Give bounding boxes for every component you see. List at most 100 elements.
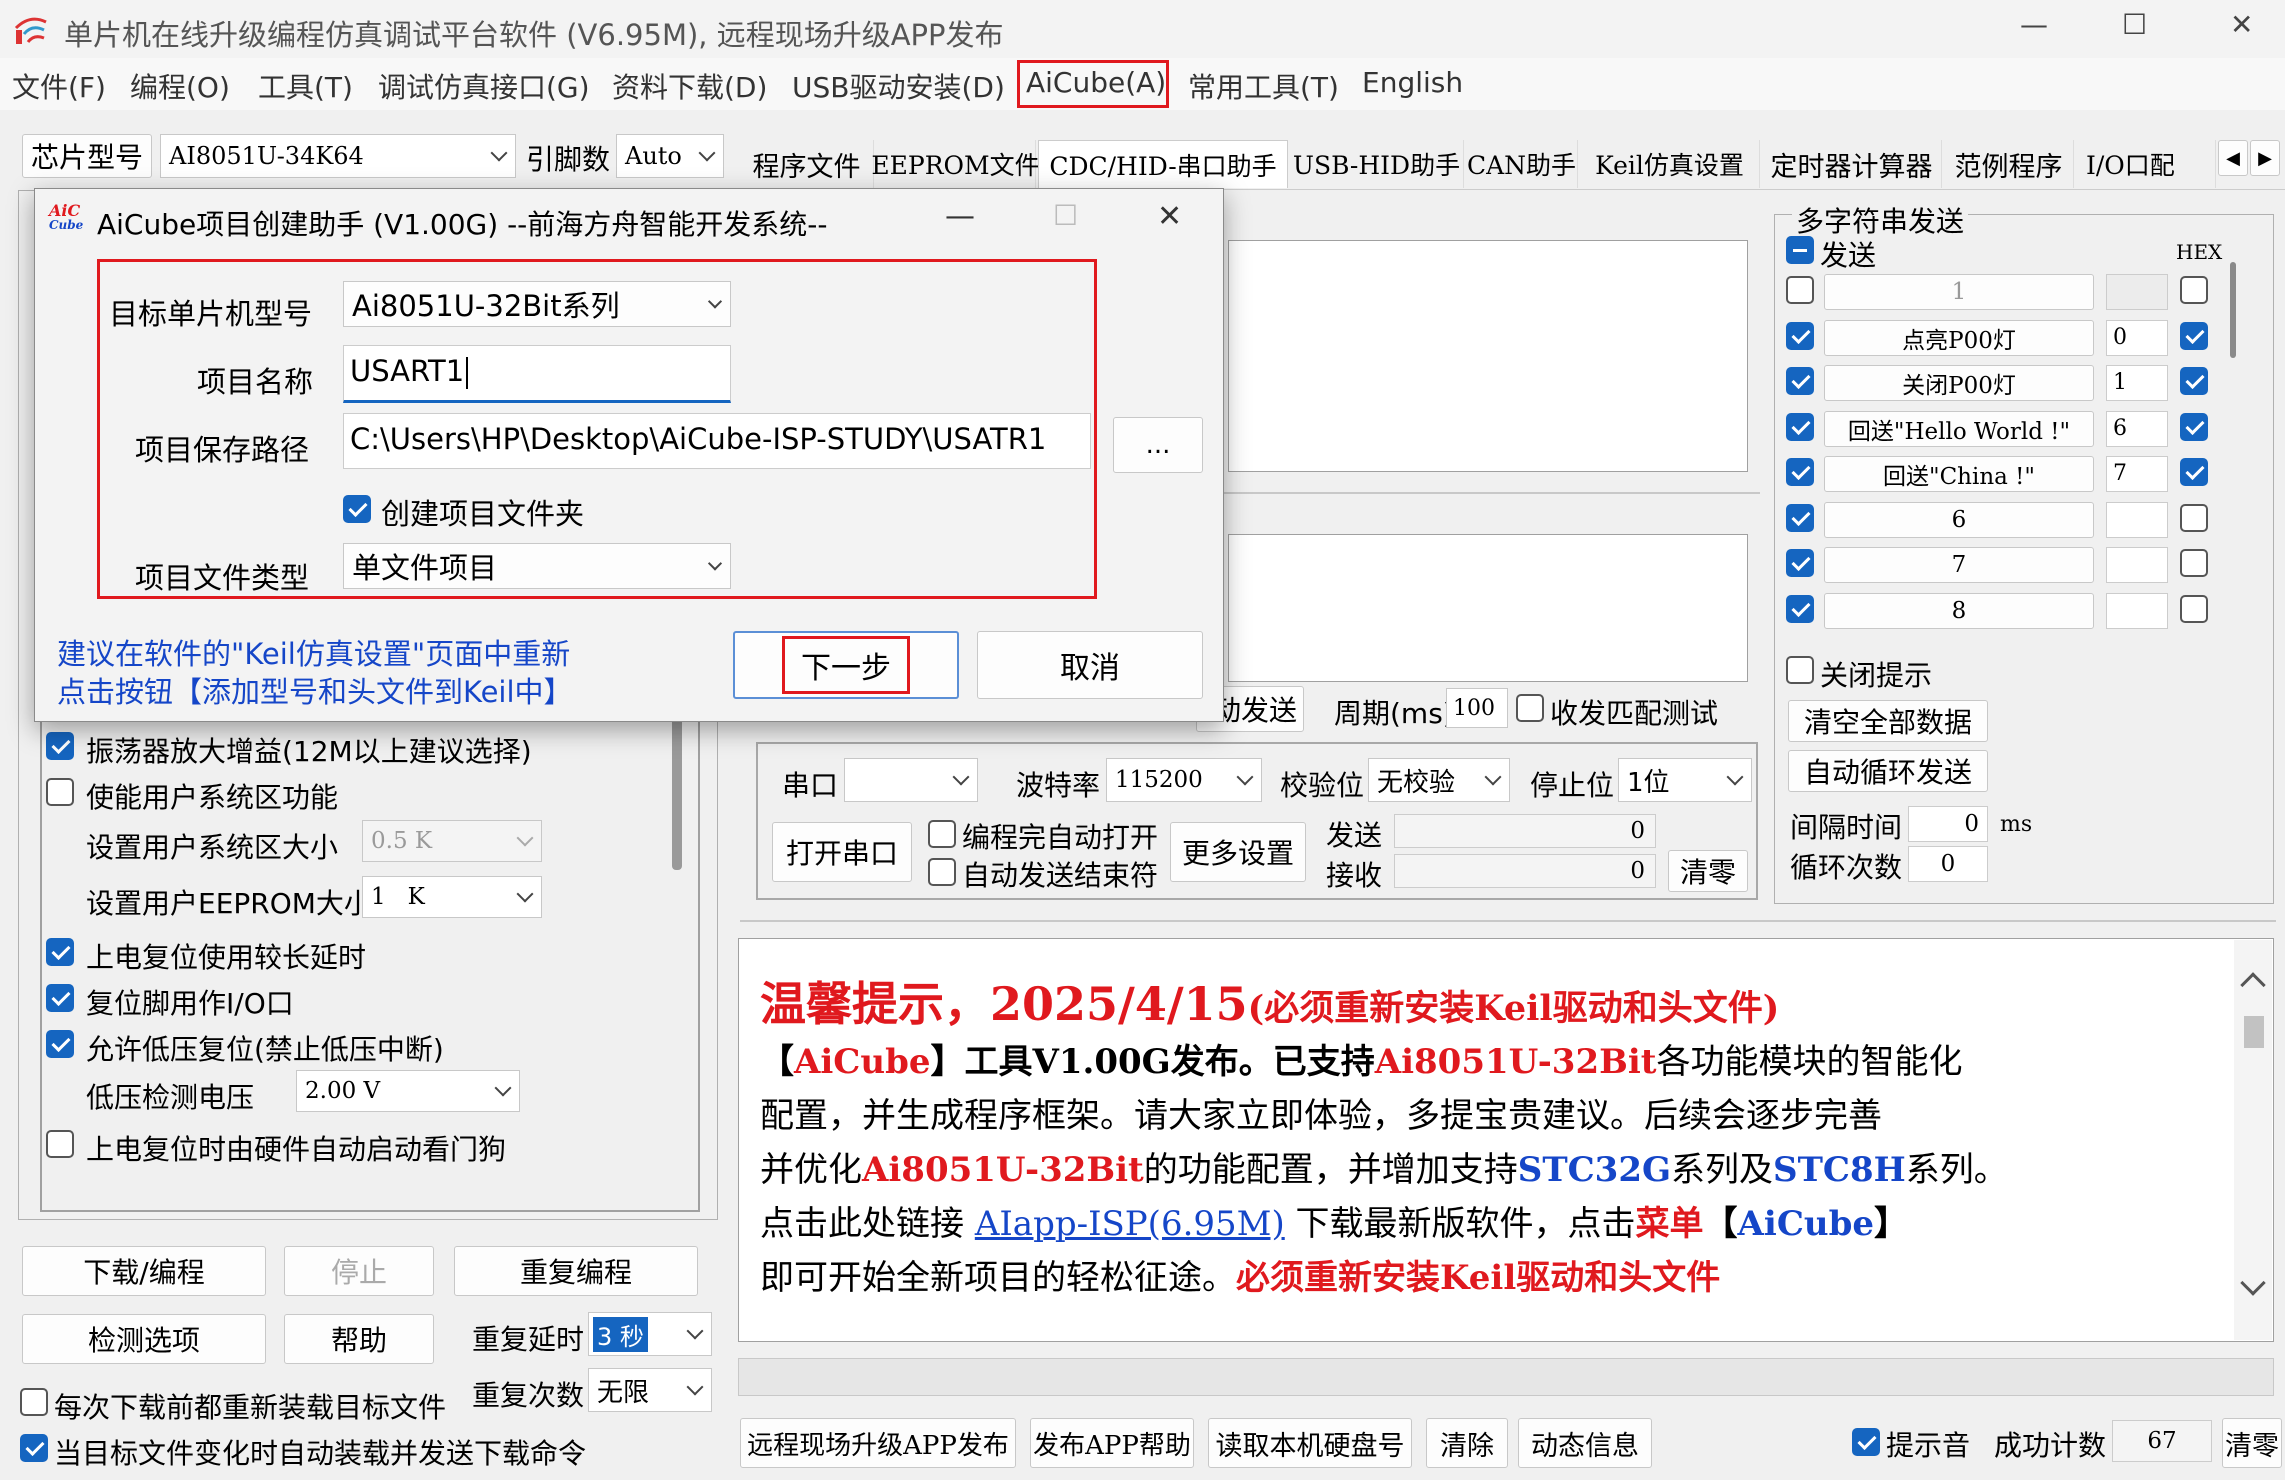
send-row-value[interactable] — [2106, 547, 2168, 583]
sound-checkbox[interactable] — [1852, 1428, 1880, 1456]
send-row-checkbox[interactable] — [1786, 595, 1814, 623]
stop-bits-select[interactable]: 1位 — [1618, 758, 1752, 802]
baud-select[interactable]: 115200 — [1106, 758, 1262, 802]
tab-can[interactable]: CAN助手 — [1466, 140, 1578, 188]
save-path-input[interactable]: C:\Users\HP\Desktop\AiCube-ISP-STUDY\USA… — [343, 413, 1091, 469]
repeat-count-select[interactable]: 无限 — [588, 1368, 712, 1412]
auto-reload-checkbox[interactable] — [20, 1434, 48, 1462]
publish-help-button[interactable]: 发布APP帮助 — [1030, 1418, 1194, 1468]
send-row-hex-checkbox[interactable] — [2180, 322, 2208, 350]
reprogram-button[interactable]: 重复编程 — [454, 1246, 698, 1296]
user-sys-size-select[interactable]: 0.5 K — [362, 820, 542, 862]
match-test-checkbox[interactable] — [1516, 694, 1544, 722]
user-sys-checkbox[interactable] — [46, 778, 74, 806]
help-button[interactable]: 帮助 — [284, 1314, 434, 1364]
interval-input[interactable]: 0 — [1908, 806, 1988, 842]
download-program-button[interactable]: 下载/编程 — [22, 1246, 266, 1296]
repeat-delay-select[interactable]: 3 秒 — [588, 1312, 712, 1356]
chip-model-select[interactable]: AI8051U-34K64 — [160, 134, 516, 178]
menu-aicube[interactable]: AiCube(A) — [1026, 66, 1166, 99]
file-type-select[interactable]: 单文件项目 — [343, 543, 731, 589]
menu-common-tools[interactable]: 常用工具(T) — [1188, 66, 1339, 106]
pin-count-select[interactable]: Auto — [616, 134, 724, 178]
port-select[interactable] — [844, 758, 978, 802]
tab-io-config[interactable]: I/O口配 — [2076, 140, 2216, 188]
tab-keil-sim[interactable]: Keil仿真设置 — [1580, 140, 1760, 188]
send-row-checkbox[interactable] — [1786, 504, 1814, 532]
send-row-hex-checkbox[interactable] — [2180, 458, 2208, 486]
period-input[interactable]: 100 — [1446, 688, 1508, 728]
dialog-close-button[interactable]: ✕ — [1157, 199, 1182, 234]
download-link[interactable]: AIapp-ISP(6.95M) — [975, 1204, 1285, 1244]
project-name-input[interactable]: USART1 — [343, 345, 731, 403]
auto-loop-button[interactable]: 自动循环发送 — [1788, 750, 1988, 792]
send-row-value[interactable]: 0 — [2106, 320, 2168, 356]
scroll-up-icon[interactable] — [2240, 972, 2266, 998]
more-settings-button[interactable]: 更多设置 — [1170, 822, 1306, 882]
send-row-button[interactable]: 关闭P00灯 — [1824, 365, 2094, 401]
send-row-button[interactable]: 7 — [1824, 547, 2094, 583]
send-row-value[interactable]: 7 — [2106, 456, 2168, 492]
send-row-checkbox[interactable] — [1786, 276, 1814, 304]
tab-usb-hid[interactable]: USB-HID助手 — [1290, 140, 1464, 188]
cancel-button[interactable]: 取消 — [977, 631, 1203, 699]
target-mcu-select[interactable]: Ai8051U-32Bit系列 — [343, 281, 731, 327]
minimize-button[interactable]: — — [2020, 8, 2048, 41]
tab-program-file[interactable]: 程序文件 — [740, 140, 874, 188]
send-row-value[interactable] — [2106, 593, 2168, 629]
tab-scroll-left-icon[interactable]: ◀ — [2218, 140, 2248, 176]
stop-button[interactable]: 停止 — [284, 1246, 434, 1296]
menu-download[interactable]: 资料下载(D) — [612, 66, 767, 106]
send-row-button[interactable]: 回送"Hello World !" — [1824, 411, 2094, 447]
low-volt-select[interactable]: 2.00 V — [296, 1070, 520, 1112]
dialog-minimize-button[interactable]: — — [945, 199, 975, 234]
menu-debug[interactable]: 调试仿真接口(G) — [378, 66, 590, 106]
create-folder-checkbox[interactable] — [343, 495, 371, 523]
clear-all-button[interactable]: 清空全部数据 — [1788, 700, 1988, 742]
tab-eeprom-file[interactable]: EEPROM文件 — [871, 140, 1040, 188]
maximize-button[interactable]: ☐ — [2122, 8, 2147, 41]
clear-count-button[interactable]: 清零 — [1668, 850, 1748, 892]
close-button[interactable]: ✕ — [2230, 8, 2253, 41]
send-row-checkbox[interactable] — [1786, 322, 1814, 350]
user-eeprom-select[interactable]: 1 K — [362, 876, 542, 918]
watchdog-checkbox[interactable] — [46, 1130, 74, 1158]
send-row-button[interactable]: 6 — [1824, 502, 2094, 538]
auto-open-checkbox[interactable] — [928, 820, 956, 848]
send-row-hex-checkbox[interactable] — [2180, 276, 2208, 304]
menu-english[interactable]: English — [1362, 66, 1463, 99]
send-row-value[interactable] — [2106, 502, 2168, 538]
send-row-hex-checkbox[interactable] — [2180, 549, 2208, 577]
send-all-checkbox[interactable] — [1786, 236, 1814, 264]
tab-cdc-hid[interactable]: CDC/HID-串口助手 — [1038, 140, 1288, 188]
send-row-button[interactable]: 回送"China !" — [1824, 456, 2094, 492]
parity-select[interactable]: 无校验 — [1368, 758, 1510, 802]
menu-file[interactable]: 文件(F) — [12, 66, 106, 106]
next-button[interactable]: 下一步 — [733, 631, 959, 699]
send-row-button[interactable]: 8 — [1824, 593, 2094, 629]
clear-success-button[interactable]: 清零 — [2222, 1418, 2282, 1468]
osc-gain-checkbox[interactable] — [46, 732, 74, 760]
close-tip-checkbox[interactable] — [1786, 656, 1814, 684]
send-row-hex-checkbox[interactable] — [2180, 367, 2208, 395]
auto-end-checkbox[interactable] — [928, 858, 956, 886]
tab-scroll-right-icon[interactable]: ▶ — [2250, 140, 2280, 176]
low-volt-checkbox[interactable] — [46, 1030, 74, 1058]
menu-usb-driver[interactable]: USB驱动安装(D) — [792, 66, 1005, 106]
dynamic-info-button[interactable]: 动态信息 — [1518, 1418, 1652, 1468]
send-row-value[interactable]: 6 — [2106, 411, 2168, 447]
open-port-button[interactable]: 打开串口 — [772, 822, 912, 882]
reset-io-checkbox[interactable] — [46, 984, 74, 1012]
send-row-button[interactable]: 1 — [1824, 274, 2094, 310]
menu-tools[interactable]: 工具(T) — [258, 66, 353, 106]
check-options-button[interactable]: 检测选项 — [22, 1314, 266, 1364]
loop-count-input[interactable]: 0 — [1908, 846, 1988, 882]
scroll-thumb[interactable] — [2244, 1016, 2264, 1048]
receive-buffer[interactable] — [1228, 240, 1748, 472]
send-row-checkbox[interactable] — [1786, 367, 1814, 395]
send-row-value[interactable] — [2106, 274, 2168, 310]
publish-app-button[interactable]: 远程现场升级APP发布 — [740, 1418, 1016, 1468]
browse-button[interactable]: ... — [1113, 417, 1203, 473]
menu-program[interactable]: 编程(O) — [130, 66, 230, 106]
tab-examples[interactable]: 范例程序 — [1944, 140, 2074, 188]
